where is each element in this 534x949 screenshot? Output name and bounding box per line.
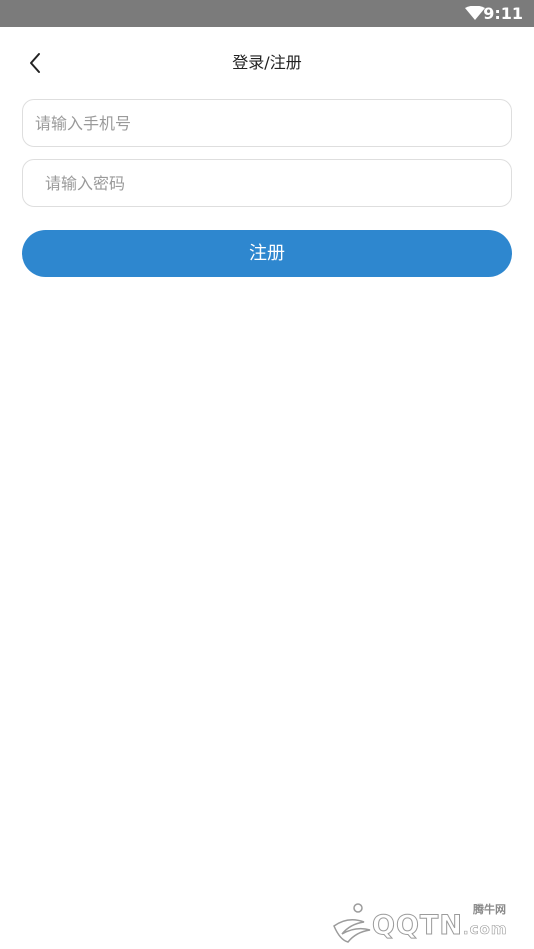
status-bar: 9:11 bbox=[0, 0, 534, 27]
watermark-domain: QQTN.com bbox=[372, 910, 508, 942]
navigation-bar: 登录/注册 bbox=[0, 27, 534, 99]
phone-field[interactable] bbox=[22, 99, 512, 147]
register-button[interactable]: 注册 bbox=[22, 230, 512, 277]
password-field[interactable] bbox=[22, 159, 512, 207]
password-input[interactable] bbox=[23, 160, 511, 206]
watermark-logo: 腾牛网 QQTN.com bbox=[330, 896, 526, 946]
wifi-icon bbox=[465, 6, 485, 20]
page-title: 登录/注册 bbox=[232, 53, 302, 72]
watermark-swirl-icon bbox=[333, 903, 371, 943]
phone-input[interactable] bbox=[23, 100, 511, 146]
login-register-screen: 9:11 登录/注册 注册 腾牛网 QQTN.com bbox=[0, 0, 534, 949]
status-time: 9:11 bbox=[483, 4, 523, 23]
